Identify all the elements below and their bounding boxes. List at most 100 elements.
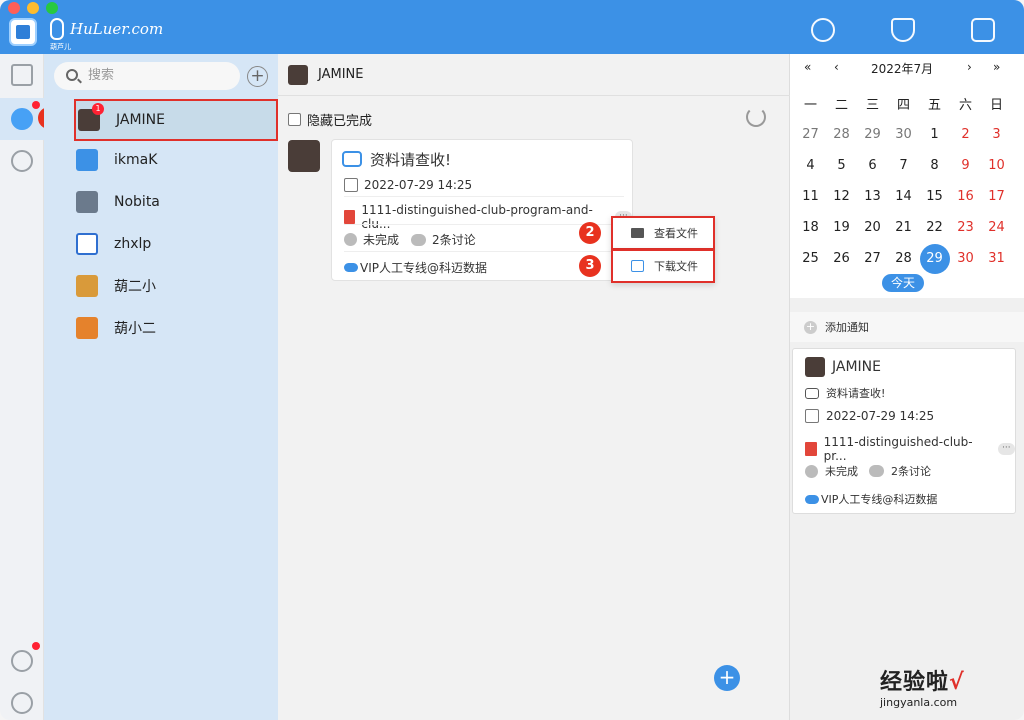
contact-name: 葫小二 <box>114 321 156 337</box>
calendar-day[interactable]: 28 <box>888 251 919 266</box>
contact-item-ikmak[interactable]: ikmaK <box>44 139 278 181</box>
calendar-day[interactable]: 19 <box>826 220 857 235</box>
calendar-day[interactable]: 22 <box>919 220 950 235</box>
contact-item-nobita[interactable]: Nobita <box>44 181 278 223</box>
calendar-day-selected[interactable]: 29 <box>919 243 950 274</box>
hide-completed-toggle[interactable]: 隐藏已完成 <box>288 110 372 129</box>
calendar-day[interactable]: 18 <box>795 220 826 235</box>
week-row: 18 19 20 21 22 23 24 <box>795 212 1019 243</box>
weekday-label: 三 <box>865 98 879 113</box>
check-circle-icon <box>805 464 818 478</box>
divider <box>344 251 624 252</box>
add-message-button[interactable]: + <box>714 665 740 691</box>
calendar-day[interactable]: 13 <box>857 189 888 204</box>
calendar-day[interactable]: 24 <box>981 220 1012 235</box>
calendar-day[interactable]: 26 <box>826 251 857 266</box>
chat-title: JAMINE <box>318 67 364 82</box>
avatar <box>76 275 98 297</box>
calendar-day[interactable]: 11 <box>795 189 826 204</box>
calendar-day[interactable]: 25 <box>795 251 826 266</box>
next-month-button[interactable]: › <box>967 60 972 74</box>
notice-card[interactable]: JAMINE 资料请查收! 2022-07-29 14:25 1111-dist… <box>792 348 1016 514</box>
notice-discussion[interactable]: 2条讨论 <box>891 463 931 479</box>
add-contact-button[interactable]: + <box>247 66 268 87</box>
avatar <box>288 64 308 85</box>
calendar-day[interactable]: 28 <box>826 127 857 142</box>
calendar-day[interactable]: 17 <box>981 189 1012 204</box>
minimize-window-button[interactable] <box>27 2 39 14</box>
calendar-day[interactable]: 27 <box>857 251 888 266</box>
close-window-button[interactable] <box>8 2 20 14</box>
calendar-day[interactable]: 29 <box>857 127 888 142</box>
refresh-icon[interactable] <box>746 107 766 127</box>
zoom-window-button[interactable] <box>46 2 58 14</box>
next-year-button[interactable]: » <box>993 60 1000 74</box>
calendar-day[interactable]: 16 <box>950 189 981 204</box>
calendar-day[interactable]: 30 <box>888 127 919 142</box>
contact-item-hu-er-xiao[interactable]: 葫二小 <box>44 265 278 307</box>
chat-header: JAMINE <box>278 54 790 96</box>
contact-item-jamine[interactable]: JAMINE 1 <box>74 99 278 141</box>
avatar <box>76 191 98 213</box>
cloud-icon <box>805 494 819 504</box>
message-datetime-row: 2022-07-29 14:25 <box>344 178 472 192</box>
hide-completed-label: 隐藏已完成 <box>307 114 373 129</box>
notice-channel: VIP人工专线@科迈数据 <box>821 493 938 506</box>
contacts-rail-icon[interactable] <box>11 108 33 130</box>
app-logo-icon <box>9 18 37 46</box>
apps-grid-icon[interactable] <box>11 150 33 172</box>
calendar-day[interactable]: 10 <box>981 158 1012 173</box>
unread-dot <box>32 101 40 109</box>
selected-day-number: 29 <box>919 243 950 274</box>
weekday-label: 五 <box>927 98 941 113</box>
search-tag-icon[interactable] <box>811 18 835 42</box>
weekday-label: 六 <box>958 98 972 113</box>
contact-item-zhxlp[interactable]: zhxlp <box>44 223 278 265</box>
hide-completed-checkbox[interactable] <box>288 113 301 126</box>
settings-gear-icon[interactable] <box>11 692 33 714</box>
cloud-icon <box>344 263 358 272</box>
add-notice-button[interactable]: + 添加通知 <box>790 312 1024 342</box>
calendar-day[interactable]: 15 <box>919 189 950 204</box>
notice-more-button[interactable]: ··· <box>997 443 1016 455</box>
watermark-text: 经验啦 <box>880 670 950 695</box>
calendar-day[interactable]: 2 <box>950 127 981 142</box>
calendar-day[interactable]: 7 <box>888 158 919 173</box>
notice-attachment[interactable]: 1111-distinguished-club-pr... <box>824 435 991 463</box>
divider <box>344 196 624 197</box>
menu-item-download-file[interactable]: 下载文件 <box>611 249 715 283</box>
calendar-day[interactable]: 23 <box>950 220 981 235</box>
cloud-upload-icon[interactable] <box>11 650 33 672</box>
status-text[interactable]: 未完成 <box>363 231 399 248</box>
prev-month-button[interactable]: ‹ <box>834 60 839 74</box>
tl-logo-icon[interactable] <box>11 64 33 86</box>
notice-attachment-row[interactable]: 1111-distinguished-club-pr... ··· <box>805 435 1016 463</box>
calendar-day[interactable]: 4 <box>795 158 826 173</box>
calendar-day[interactable]: 30 <box>950 251 981 266</box>
attachment-name[interactable]: 1111-distinguished-club-program-and-clu.… <box>361 203 608 231</box>
star-shield-icon[interactable] <box>891 18 915 42</box>
weekday-label: 日 <box>989 98 1003 113</box>
calendar-day[interactable]: 6 <box>857 158 888 173</box>
notice-status[interactable]: 未完成 <box>825 463 858 479</box>
calendar-day[interactable]: 9 <box>950 158 981 173</box>
contact-item-hu-xiao-er[interactable]: 葫小二 <box>44 307 278 349</box>
calendar-day[interactable]: 1 <box>919 127 950 142</box>
calendar-day[interactable]: 14 <box>888 189 919 204</box>
plus-circle-icon: + <box>804 319 817 334</box>
calendar-day[interactable]: 3 <box>981 127 1012 142</box>
search-input[interactable]: 搜索 <box>54 62 240 90</box>
prev-year-button[interactable]: « <box>804 60 811 74</box>
discussion-count[interactable]: 2条讨论 <box>432 231 476 248</box>
today-button[interactable]: 今天 <box>882 274 924 292</box>
calendar-day[interactable]: 31 <box>981 251 1012 266</box>
calendar-bell-icon[interactable] <box>971 18 995 42</box>
calendar-day[interactable]: 8 <box>919 158 950 173</box>
calendar-day[interactable]: 27 <box>795 127 826 142</box>
menu-item-view-file[interactable]: 查看文件 <box>611 216 715 250</box>
calendar-day[interactable]: 5 <box>826 158 857 173</box>
calendar-day[interactable]: 21 <box>888 220 919 235</box>
calendar-day[interactable]: 20 <box>857 220 888 235</box>
notice-status-row: 未完成 2条讨论 <box>805 463 931 479</box>
calendar-day[interactable]: 12 <box>826 189 857 204</box>
